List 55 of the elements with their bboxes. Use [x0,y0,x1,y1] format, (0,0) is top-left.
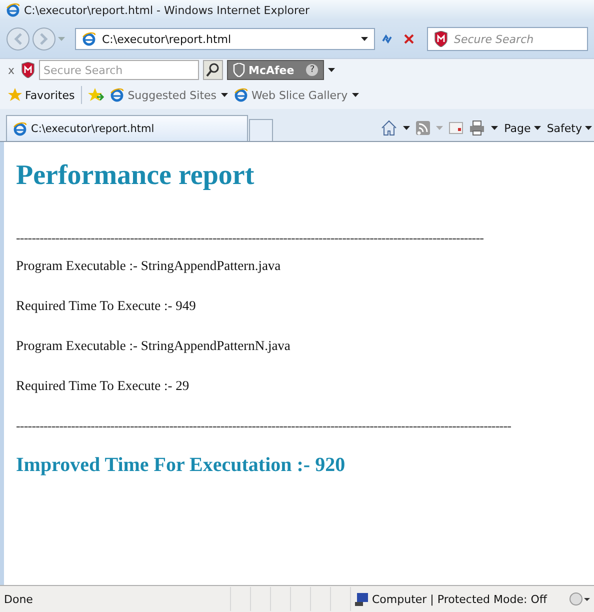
star-icon [8,88,22,102]
ie-logo-icon [6,3,20,17]
mail-icon[interactable] [449,122,464,134]
page-heading: Performance report [16,160,256,192]
report-line: Program Executable :- StringAppendPattern.java [16,258,282,274]
favorites-label: Favorites [25,88,75,102]
menu-button[interactable]: Page [504,122,541,134]
caret-icon[interactable] [585,126,592,130]
link-label: Web Slice Gallery [252,88,348,102]
link-label: Suggested Sites [128,88,217,102]
caret-icon[interactable] [328,68,336,72]
brand-name: McAfee [248,64,294,76]
zone-text: Computer | Protected Mode: Off [372,592,547,606]
zoom-icon[interactable] [568,591,590,607]
caret-icon[interactable] [352,93,359,97]
tab-title: C:\executor\report.html [31,122,154,134]
computer-icon [355,592,369,606]
search-button[interactable] [202,60,223,80]
menu-button[interactable]: Safety [546,122,592,134]
browser-tab[interactable]: C:\executor\report.html [6,115,248,141]
caret-icon[interactable] [534,126,541,130]
address-text: C:\executor\report.html [102,32,232,46]
caret-icon[interactable] [361,37,368,41]
shield-icon [20,62,35,78]
shield-icon [434,31,448,47]
help-button[interactable]: ? [306,64,318,76]
favorites-link[interactable]: Suggested Sites [110,88,228,102]
address-bar[interactable]: C:\executor\report.html [75,28,375,50]
close-button[interactable]: x [8,64,15,76]
result-heading: Improved Time For Executation :- 920 [16,454,346,477]
ie-logo-icon [110,88,124,102]
report-line: Program Executable :- StringAppendPatternN.java [16,338,292,354]
favorites-button[interactable]: Favorites [8,88,75,102]
printer-icon[interactable] [469,120,486,136]
mcafee-button[interactable]: McAfee ? [226,60,324,80]
search-placeholder: Secure Search [454,32,534,46]
favorites-link[interactable]: Web Slice Gallery [234,88,359,102]
ie-logo-icon [234,88,248,102]
report-line: Required Time To Execute :- 949 [16,298,197,314]
caret-icon[interactable] [491,126,498,130]
window-title: C:\executor\report.html - Windows Internet Explorer [24,4,310,16]
search-field[interactable]: Secure Search [427,27,588,51]
feed-icon[interactable] [416,121,430,135]
ie-logo-icon [13,122,27,136]
status-text: Done [4,592,34,606]
search-placeholder: Secure Search [44,64,123,76]
add-favorite-icon[interactable] [88,88,104,102]
dashed-line: ----------------------------------------------------------------------------------------------------------------------- [16,230,485,246]
report-line: Required Time To Execute :- 29 [16,378,190,394]
dashed-line: ------------------------------------------------------------------------------------------------------------------------------ [16,418,512,434]
home-icon[interactable] [381,120,398,136]
caret-icon[interactable] [403,126,410,130]
caret-icon[interactable] [220,93,228,97]
shield-icon [232,63,245,77]
ie-logo-icon [82,32,96,46]
